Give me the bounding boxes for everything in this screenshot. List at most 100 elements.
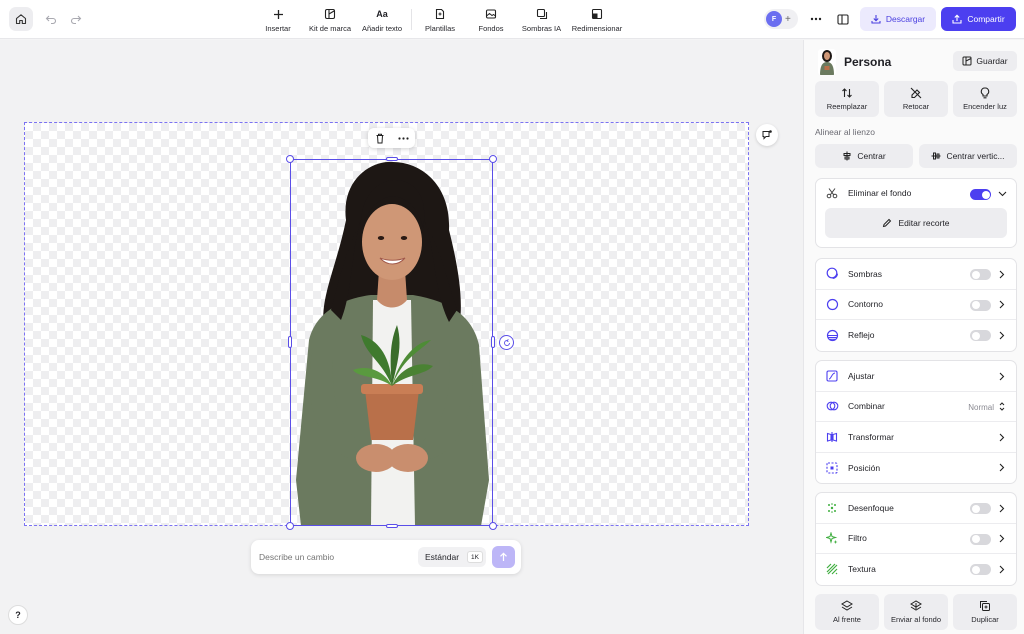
chevron-right-icon[interactable] [997,534,1007,544]
row-label: Filtro [848,533,867,544]
panel-header: Persona Guardar [818,48,1018,76]
selection-box[interactable] [290,159,493,526]
chevron-right-icon[interactable] [997,330,1007,340]
texture-row[interactable]: Textura [816,554,1016,585]
sparkle-icon [826,532,838,545]
position-row[interactable]: Posición [816,453,1016,484]
chevron-right-icon[interactable] [997,463,1007,473]
tool-insertar[interactable]: Insertar [264,7,292,33]
chevron-right-icon[interactable] [997,371,1007,381]
resize-handle-right[interactable] [491,336,495,348]
tool-plantillas[interactable]: Plantillas [424,7,456,33]
remove-background-toggle[interactable] [970,189,991,200]
prompt-input[interactable] [259,552,409,562]
resize-handle-bottom-left[interactable] [286,522,294,530]
chevron-down-icon[interactable] [997,189,1007,199]
effect-row-reflection[interactable]: Reflejo [816,320,1016,351]
edit-cutout-button[interactable]: Editar recorte [825,208,1007,238]
undo-button[interactable] [43,11,59,27]
outline-toggle[interactable] [970,299,991,311]
chevron-right-icon[interactable] [997,269,1007,279]
save-button[interactable]: Guardar [953,51,1017,71]
collaborators[interactable]: F + [764,9,798,29]
light-on-button[interactable]: Encender luz [953,81,1017,117]
align-center-button[interactable]: Centrar [815,144,913,168]
share-button[interactable]: Compartir [941,7,1016,31]
resize-handle-top-left[interactable] [286,155,294,163]
effect-row-shadows[interactable]: Sombras [816,259,1016,290]
edit-cutout-label: Editar recorte [898,218,950,228]
resize-handle-bottom[interactable] [386,524,398,528]
redo-button[interactable] [68,11,84,27]
reflection-toggle[interactable] [970,330,991,341]
align-vertical-button[interactable]: Centrar vertic... [919,144,1017,168]
add-collaborator-icon[interactable]: + [785,14,791,25]
shadows-toggle[interactable] [970,269,991,280]
home-button[interactable] [9,7,33,31]
position-icon [826,462,838,474]
row-label: Combinar [848,401,885,412]
chevron-right-icon[interactable] [997,432,1007,442]
filter-toggle[interactable] [970,533,991,545]
resize-handle-bottom-right[interactable] [489,522,497,530]
prompt-bar: Estándar 1K [251,540,521,574]
retouch-button[interactable]: Retocar [884,81,948,117]
adjust-row[interactable]: Ajustar [816,361,1016,392]
transform-row[interactable]: Transformar [816,422,1016,453]
blend-mode-value[interactable]: Normal [968,403,994,412]
blend-icon [826,401,838,411]
resize-handle-top-right[interactable] [489,155,497,163]
blur-row[interactable]: Desenfoque [816,493,1016,524]
tool-fondos[interactable]: Fondos [477,7,505,33]
row-label: Posición [848,462,881,473]
chevron-right-icon[interactable] [997,300,1007,310]
more-options-button[interactable] [808,11,824,27]
texture-toggle[interactable] [970,564,991,575]
help-button[interactable]: ? [8,605,28,625]
blur-icon [828,502,836,513]
canvas-area[interactable]: Estándar 1K ? [0,40,803,634]
ai-chat-button[interactable] [756,124,778,146]
layer-thumbnail [818,49,836,75]
download-label: Descargar [885,14,926,24]
chevron-right-icon[interactable] [997,564,1007,574]
avatar[interactable]: F [766,11,782,27]
replace-button[interactable]: Reemplazar [815,81,879,117]
send-button[interactable] [492,546,515,568]
action-label: Reemplazar [826,102,868,111]
effect-row-outline[interactable]: Contorno [816,290,1016,320]
remove-background-row[interactable]: Eliminar el fondo [816,179,1016,207]
bring-to-front-button[interactable]: Al frente [815,594,879,630]
filter-row[interactable]: Filtro [816,524,1016,554]
duplicate-button[interactable]: Duplicar [953,594,1017,630]
tool-sombras-ia[interactable]: Sombras IA [521,7,562,33]
layer-actions: Al frente Enviar al fondo Duplicar [815,594,1017,630]
chat-sparkle-icon [762,130,772,140]
retouch-icon [910,87,922,99]
backgrounds-icon [485,9,497,19]
tool-kit-de-marca[interactable]: Kit de marca [307,7,353,33]
send-back-icon [910,600,922,611]
resize-icon [591,8,603,20]
trash-icon[interactable] [375,133,385,144]
resize-handle-top[interactable] [386,157,398,161]
chevron-updown-icon[interactable] [997,402,1007,412]
toggle-panel-button[interactable] [835,11,851,27]
toolbar-divider [411,9,412,30]
rotate-handle[interactable] [499,335,514,350]
tool-redimensionar[interactable]: Redimensionar [571,7,623,33]
resize-handle-left[interactable] [288,336,292,348]
brand-kit-icon [324,8,336,20]
quality-label: Estándar [425,552,460,562]
blur-toggle[interactable] [970,503,991,514]
bring-front-icon [841,600,853,611]
chevron-right-icon[interactable] [997,503,1007,513]
tool-anadir-texto[interactable]: Aa Añadir texto [361,7,403,33]
blend-row[interactable]: Combinar Normal [816,392,1016,422]
more-horizontal-icon[interactable] [397,136,409,140]
send-to-back-button[interactable]: Enviar al fondo [884,594,948,630]
tool-label: Insertar [265,24,291,33]
resolution-badge[interactable]: 1K [467,551,483,563]
pencil-icon [883,218,892,228]
download-button[interactable]: Descargar [860,7,936,31]
